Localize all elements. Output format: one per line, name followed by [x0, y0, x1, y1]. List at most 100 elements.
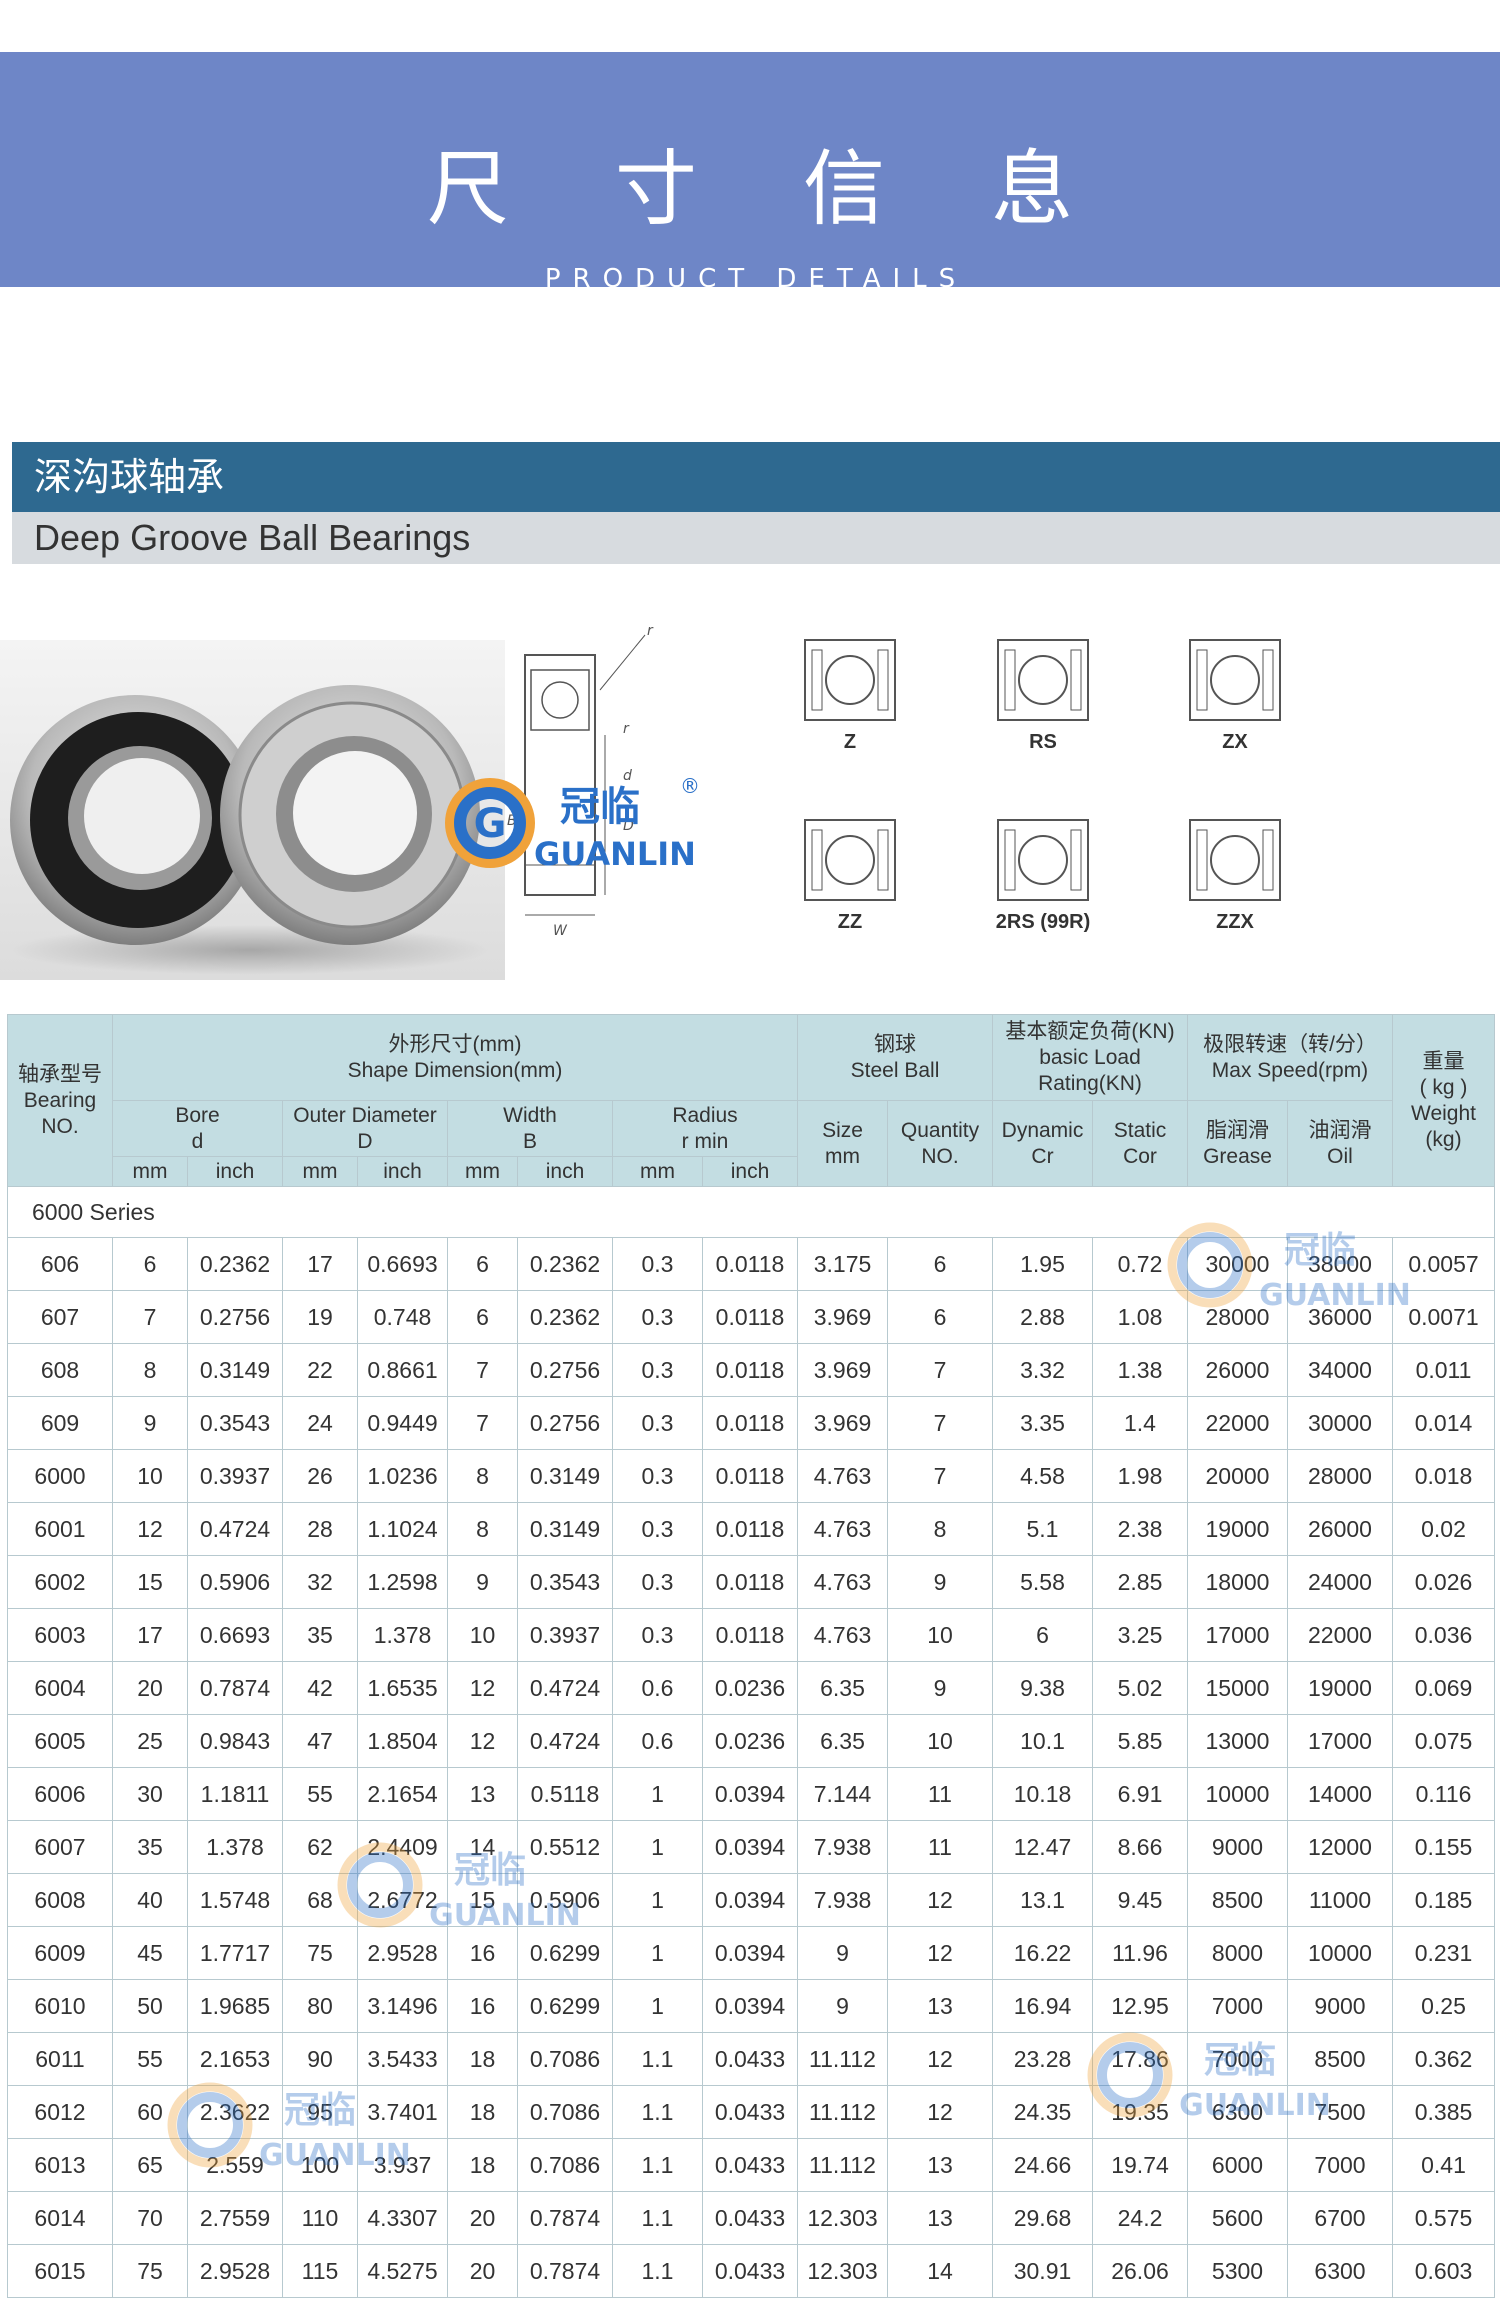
logo-cn: 冠临 [560, 784, 640, 830]
table-row: 6000 10 0.3937 26 1.0236 8 0.3149 0.3 0.0118 4.76… [7, 1449, 1495, 1503]
cell-ball-qty: 13 [887, 2138, 993, 2192]
cell-ball-qty: 7 [887, 1343, 993, 1397]
cell-radius-mm: 1 [612, 1820, 703, 1874]
cell-width-inch: 0.2362 [517, 1237, 613, 1291]
cell-radius-inch: 0.0394 [702, 1873, 798, 1927]
cell-width-inch: 0.5118 [517, 1767, 613, 1821]
cell-dynamic-cr: 24.66 [992, 2138, 1093, 2192]
cell-outer-inch: 2.1654 [357, 1767, 448, 1821]
cell-dynamic-cr: 29.68 [992, 2191, 1093, 2245]
cell-static-cor: 1.4 [1092, 1396, 1188, 1450]
cell-speed-oil: 38000 [1287, 1237, 1393, 1291]
cell-static-cor: 6.91 [1092, 1767, 1188, 1821]
section-title-en: Deep Groove Ball Bearings [12, 512, 1500, 564]
cell-outer-mm: 42 [282, 1661, 358, 1715]
header-oil: 油润滑 Oil [1287, 1100, 1393, 1187]
cell-width-inch: 0.4724 [517, 1661, 613, 1715]
cell-bearing-no: 6003 [7, 1608, 113, 1662]
cell-speed-grease: 10000 [1187, 1767, 1288, 1821]
cell-ball-size: 3.969 [797, 1343, 888, 1397]
header-outer-diameter: Outer Diameter D [282, 1100, 448, 1157]
cell-width-mm: 18 [447, 2138, 518, 2192]
cell-speed-oil: 6700 [1287, 2191, 1393, 2245]
cell-radius-inch: 0.0433 [702, 2244, 798, 2298]
cell-static-cor: 2.38 [1092, 1502, 1188, 1556]
cell-width-mm: 18 [447, 2032, 518, 2086]
table-row: 6012 60 2.3622 95 3.7401 18 0.7086 1.1 0.0433 11.… [7, 2085, 1495, 2139]
cell-dynamic-cr: 16.22 [992, 1926, 1093, 1980]
cell-bearing-no: 608 [7, 1343, 113, 1397]
seal-type-label: RS [1029, 731, 1057, 753]
cell-dynamic-cr: 12.47 [992, 1820, 1093, 1874]
cell-radius-inch: 0.0118 [702, 1555, 798, 1609]
table-row: 608 8 0.3149 22 0.8661 7 0.2756 0.3 0.0118 3.969 7… [7, 1343, 1495, 1397]
logo-registered-mark: ® [680, 774, 700, 798]
cell-speed-oil: 7000 [1287, 2138, 1393, 2192]
cell-speed-oil: 26000 [1287, 1502, 1393, 1556]
cell-bearing-no: 6010 [7, 1979, 113, 2033]
cell-weight: 0.014 [1392, 1396, 1495, 1450]
cell-outer-inch: 1.8504 [357, 1714, 448, 1768]
cell-outer-inch: 3.937 [357, 2138, 448, 2192]
cell-weight: 0.036 [1392, 1608, 1495, 1662]
diagram-label-W: W [553, 923, 568, 939]
cell-speed-oil: 10000 [1287, 1926, 1393, 1980]
product-photo [0, 640, 505, 980]
cell-ball-qty: 10 [887, 1608, 993, 1662]
cell-bearing-no: 6015 [7, 2244, 113, 2298]
cell-bore-mm: 30 [112, 1767, 188, 1821]
series-row: 6000 Series [7, 1186, 1495, 1238]
cell-weight: 0.075 [1392, 1714, 1495, 1768]
cell-dynamic-cr: 9.38 [992, 1661, 1093, 1715]
cell-bore-inch: 0.2362 [187, 1237, 283, 1291]
cell-outer-mm: 47 [282, 1714, 358, 1768]
cell-speed-oil: 11000 [1287, 1873, 1393, 1927]
cell-radius-mm: 1.1 [612, 2085, 703, 2139]
cell-bore-mm: 7 [112, 1290, 188, 1344]
cell-weight: 0.155 [1392, 1820, 1495, 1874]
cell-radius-inch: 0.0433 [702, 2191, 798, 2245]
cell-radius-inch: 0.0118 [702, 1343, 798, 1397]
cell-static-cor: 17.86 [1092, 2032, 1188, 2086]
cell-speed-oil: 7500 [1287, 2085, 1393, 2139]
cell-radius-mm: 0.6 [612, 1714, 703, 1768]
cell-ball-size: 3.969 [797, 1396, 888, 1450]
cell-bearing-no: 6006 [7, 1767, 113, 1821]
seal-type-2rs: 2RS (99R) [983, 815, 1103, 934]
cell-outer-mm: 22 [282, 1343, 358, 1397]
header-unit-inch: inch [187, 1156, 283, 1187]
cell-weight: 0.116 [1392, 1767, 1495, 1821]
cell-ball-qty: 6 [887, 1290, 993, 1344]
cell-radius-mm: 1.1 [612, 2191, 703, 2245]
cell-width-inch: 0.6299 [517, 1926, 613, 1980]
cell-radius-mm: 0.3 [612, 1555, 703, 1609]
cell-width-inch: 0.2756 [517, 1396, 613, 1450]
cell-bearing-no: 6000 [7, 1449, 113, 1503]
cell-weight: 0.069 [1392, 1661, 1495, 1715]
cell-ball-size: 3.175 [797, 1237, 888, 1291]
cell-speed-grease: 7000 [1187, 2032, 1288, 2086]
cell-outer-inch: 2.4409 [357, 1820, 448, 1874]
cell-bore-mm: 15 [112, 1555, 188, 1609]
section-title-cn: 深沟球轴承 [12, 442, 1500, 512]
cell-static-cor: 9.45 [1092, 1873, 1188, 1927]
cell-bore-mm: 60 [112, 2085, 188, 2139]
cell-speed-grease: 5600 [1187, 2191, 1288, 2245]
cell-dynamic-cr: 1.95 [992, 1237, 1093, 1291]
seal-type-label: 2RS (99R) [995, 911, 1091, 933]
cell-bore-inch: 0.3937 [187, 1449, 283, 1503]
cell-width-mm: 6 [447, 1290, 518, 1344]
header-steel-ball: 钢球 Steel Ball [797, 1014, 993, 1101]
cell-ball-size: 11.112 [797, 2138, 888, 2192]
table-row: 6002 15 0.5906 32 1.2598 9 0.3543 0.3 0.0118 4.76… [7, 1555, 1495, 1609]
cell-width-inch: 0.5906 [517, 1873, 613, 1927]
cell-dynamic-cr: 10.18 [992, 1767, 1093, 1821]
cell-outer-mm: 26 [282, 1449, 358, 1503]
cell-speed-grease: 6300 [1187, 2085, 1288, 2139]
header-static: Static Cor [1092, 1100, 1188, 1187]
cell-outer-inch: 1.0236 [357, 1449, 448, 1503]
cell-bore-inch: 2.3622 [187, 2085, 283, 2139]
cell-radius-inch: 0.0118 [702, 1290, 798, 1344]
header-grease: 脂润滑 Grease [1187, 1100, 1288, 1187]
cell-bearing-no: 6011 [7, 2032, 113, 2086]
